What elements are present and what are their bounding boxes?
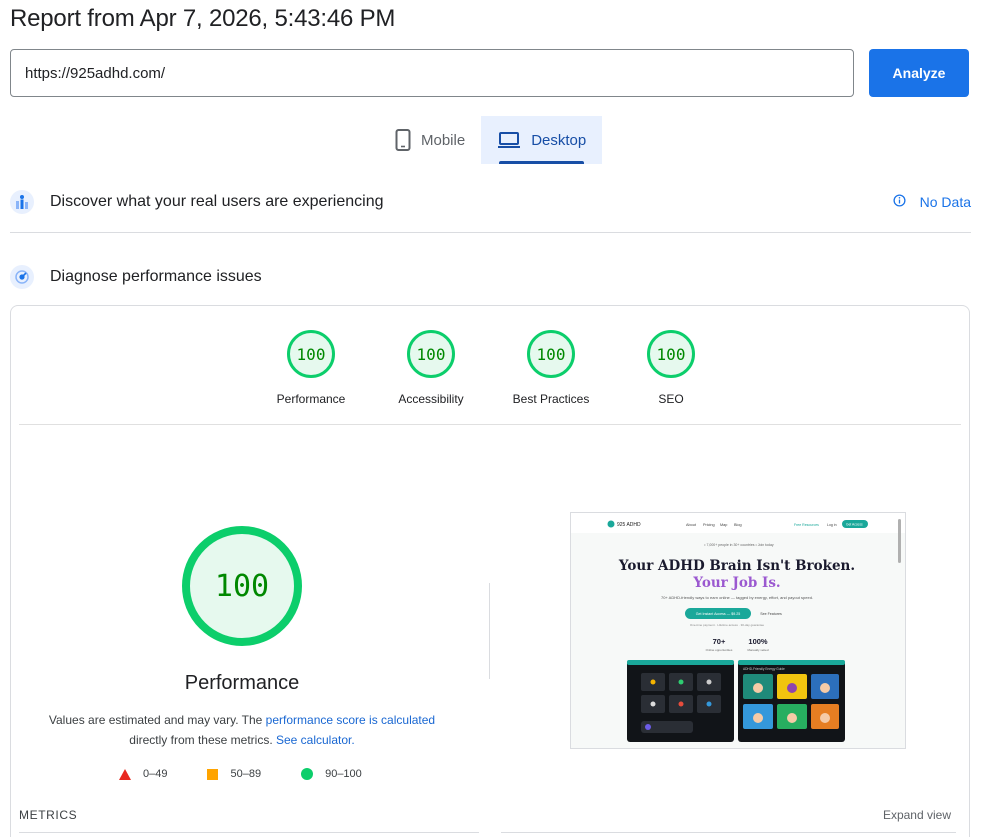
site-headline-1: Your ADHD Brain Isn't Broken. <box>618 558 855 574</box>
gauge-label: Best Practices <box>512 392 590 406</box>
performance-note: Values are estimated and may vary. The p… <box>41 710 443 750</box>
info-icon <box>893 194 906 210</box>
vertical-divider <box>489 583 490 679</box>
site-nav-login: Log in <box>827 523 837 527</box>
laptop-icon <box>497 131 521 149</box>
gauge-score: 100 <box>527 330 575 378</box>
gauge-score: 100 <box>407 330 455 378</box>
site-cta-primary: Get Instant Access — $9.25 <box>696 612 741 616</box>
tab-mobile[interactable]: Mobile <box>379 116 481 164</box>
users-chart-icon <box>10 190 34 214</box>
legend-label: 90–100 <box>325 768 362 780</box>
site-nav-item: Pricing <box>703 523 715 527</box>
site-tagline: • 7,000+ people in 30+ countries • Join … <box>704 543 774 547</box>
tab-desktop[interactable]: Desktop <box>481 116 603 164</box>
no-data-label: No Data <box>919 194 971 210</box>
analyze-button[interactable]: Analyze <box>869 49 969 97</box>
legend-label: 0–49 <box>143 768 168 780</box>
site-nav-button: Get Access <box>846 523 863 527</box>
site-cta-secondary: See Features <box>760 612 782 616</box>
site-nav-item: Blog <box>734 523 742 527</box>
gauge-label: Accessibility <box>398 392 464 406</box>
gauge-score: 100 <box>287 330 335 378</box>
site-fine-print: One-time payment · Lifetime access · 30-… <box>690 623 765 627</box>
performance-heading: Performance <box>184 672 300 694</box>
score-legend: 0–49 50–89 90–100 <box>119 768 402 780</box>
metrics-divider <box>501 832 956 833</box>
site-subheadline: 70+ ADHD-friendly ways to earn online — … <box>661 595 813 600</box>
site-stat-label: Manually vetted <box>747 648 768 652</box>
gauge-score: 100 <box>647 330 695 378</box>
final-screenshot[interactable]: 925 ADHD About Pricing Map Blog Free Res… <box>570 512 906 749</box>
site-stat-value: 100% <box>748 637 768 646</box>
orange-square-icon <box>207 768 219 780</box>
lab-report-card: 100 Performance 100 Accessibility 100 Be… <box>10 305 970 837</box>
site-logo-text: 925 ADHD <box>617 522 641 528</box>
field-data-title: Discover what your real users are experi… <box>50 193 384 210</box>
site-panel-dark <box>738 660 845 742</box>
scrollbar-thumb <box>898 519 901 563</box>
site-headline-2: Your Job Is. <box>692 575 780 591</box>
diagnose-section: Diagnose performance issues <box>10 264 971 290</box>
field-data-section: Discover what your real users are experi… <box>10 189 971 215</box>
tab-desktop-label: Desktop <box>531 131 587 149</box>
no-data-indicator[interactable]: No Data <box>893 194 971 210</box>
gauge-accessibility[interactable]: 100 Accessibility <box>376 330 486 406</box>
metrics-heading: METRICS <box>19 808 78 822</box>
section-divider <box>10 232 971 233</box>
performance-big-gauge: 100 <box>182 526 302 646</box>
site-logo-icon <box>607 520 615 528</box>
url-input[interactable] <box>10 49 854 97</box>
site-panel-title: ADHD-Friendly Energy Guide <box>743 667 785 671</box>
note-text: directly from these metrics. <box>129 733 276 747</box>
tab-mobile-label: Mobile <box>421 131 466 149</box>
expand-view-toggle[interactable]: Expand view <box>883 808 951 822</box>
gauge-label: Performance <box>276 392 346 406</box>
note-text: Values are estimated and may vary. The <box>48 713 266 727</box>
green-circle-icon <box>301 768 314 780</box>
score-gauges: 100 Performance 100 Accessibility 100 Be… <box>11 306 969 424</box>
site-nav-item: Map <box>720 523 727 527</box>
site-nav-item: About <box>686 523 697 527</box>
phone-icon <box>395 129 411 151</box>
metrics-divider <box>19 832 479 833</box>
score-calculated-link[interactable]: performance score is calculated <box>266 713 435 727</box>
lab-data-icon <box>10 265 34 289</box>
red-triangle-icon <box>119 768 131 780</box>
see-calculator-link[interactable]: See calculator. <box>276 733 355 747</box>
gauge-label: SEO <box>658 392 684 406</box>
device-tabs: Mobile Desktop <box>379 116 603 164</box>
site-stat-value: 70+ <box>713 637 726 646</box>
legend-fail: 0–49 <box>119 768 167 780</box>
gauges-divider <box>19 424 961 425</box>
site-nav-cta: Free Resources <box>794 523 819 527</box>
site-stat-label: Online opportunities <box>706 648 733 652</box>
legend-pass: 90–100 <box>301 768 362 780</box>
legend-average: 50–89 <box>207 768 261 780</box>
legend-label: 50–89 <box>230 768 262 780</box>
diagnose-title: Diagnose performance issues <box>50 268 262 285</box>
gauge-performance[interactable]: 100 Performance <box>256 330 366 406</box>
report-title: Report from Apr 7, 2026, 5:43:46 PM <box>10 5 396 32</box>
gauge-best-practices[interactable]: 100 Best Practices <box>496 330 606 406</box>
gauge-seo[interactable]: 100 SEO <box>616 330 726 406</box>
